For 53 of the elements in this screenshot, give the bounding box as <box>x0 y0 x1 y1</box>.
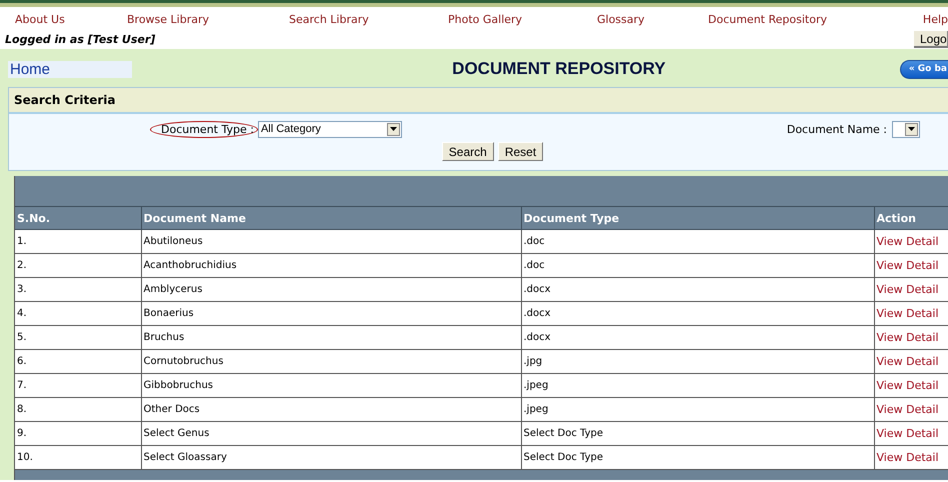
document-name-select[interactable] <box>892 120 920 138</box>
table-cell: Abutiloneus <box>141 230 521 254</box>
home-link[interactable]: Home <box>8 60 132 78</box>
table-cell: Select Doc Type <box>521 422 874 446</box>
column-header: Action <box>874 206 948 230</box>
table-cell: Bruchus <box>141 326 521 350</box>
table-cell: 2. <box>15 254 141 278</box>
table-cell: .docx <box>521 302 874 326</box>
table-cell: .docx <box>521 326 874 350</box>
form-button[interactable]: Reset <box>498 142 544 161</box>
table-cell: 7. <box>15 374 141 398</box>
nav-link[interactable]: Photo Gallery <box>448 13 597 26</box>
table-cell: .docx <box>521 278 874 302</box>
nav-link[interactable]: Document Repository <box>708 13 921 26</box>
table-cell: .doc <box>521 230 874 254</box>
table-cell: Gibbobruchus <box>141 374 521 398</box>
table-cell: Acanthobruchidius <box>141 254 521 278</box>
panel-title: Search Criteria <box>14 93 116 107</box>
table-cell: 8. <box>15 398 141 422</box>
table-cell: Select Doc Type <box>521 446 874 470</box>
form-button[interactable]: Search <box>442 142 494 161</box>
go-back-button[interactable]: « Go ba <box>900 60 948 78</box>
table-cell: 3. <box>15 278 141 302</box>
table-cell: Select Gloassary <box>141 446 521 470</box>
table-cell: 4. <box>15 302 141 326</box>
table-cell: .doc <box>521 254 874 278</box>
table-cell: .jpeg <box>521 374 874 398</box>
page-title: DOCUMENT REPOSITORY <box>451 59 667 79</box>
document-type-label: Document Type : <box>150 120 258 138</box>
nav-link[interactable]: About Us <box>15 13 127 26</box>
table-cell: 6. <box>15 350 141 374</box>
table-cell: 5. <box>15 326 141 350</box>
document-type-select[interactable]: All Category <box>258 120 402 138</box>
table-cell: 9. <box>15 422 141 446</box>
column-header: Document Type <box>521 206 874 230</box>
table-cell: 1. <box>15 230 141 254</box>
table-cell: .jpg <box>521 350 874 374</box>
nav-link[interactable]: Browse Library <box>127 13 289 26</box>
column-header: Document Name <box>141 206 521 230</box>
column-header: S.No. <box>15 206 141 230</box>
logout-button[interactable]: Logo <box>914 30 948 48</box>
nav-link[interactable]: Help <box>921 13 948 26</box>
table-cell: .jpeg <box>521 398 874 422</box>
nav-link[interactable]: Search Library <box>289 13 448 26</box>
table-cell: Select Genus <box>141 422 521 446</box>
document-name-label: Document Name : <box>786 122 887 136</box>
table-cell: Bonaerius <box>141 302 521 326</box>
nav-link[interactable]: Glossary <box>597 13 708 26</box>
table-cell: Cornutobruchus <box>141 350 521 374</box>
table-cell: Amblycerus <box>141 278 521 302</box>
table-cell: Other Docs <box>141 398 521 422</box>
table-cell: 10. <box>15 446 141 470</box>
logged-in-text: Logged in as [Test User] <box>5 32 156 46</box>
